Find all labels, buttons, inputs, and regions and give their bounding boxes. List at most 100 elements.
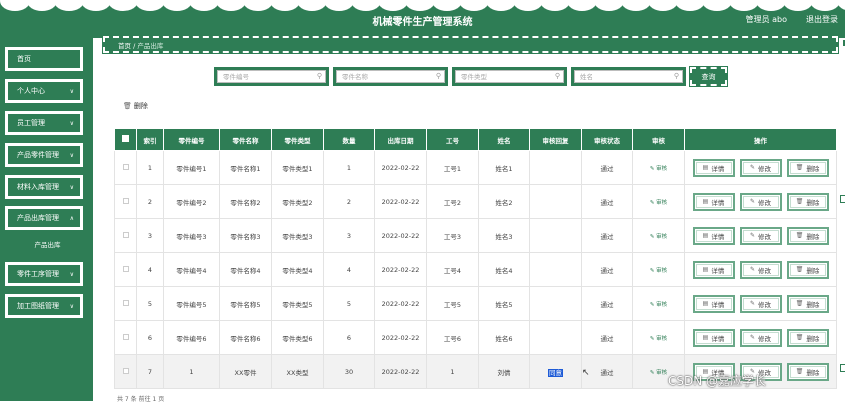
part-name-search-field[interactable]: ⚲: [333, 67, 448, 86]
cell-reply: [529, 286, 582, 321]
delete-label: 删除: [806, 334, 820, 343]
table-row[interactable]: 2 零件编号2 零件名称2 零件类型2 2 2022-02-22 工号2 姓名2 通过 ✎ 审核 …: [114, 184, 837, 219]
audit-link[interactable]: ✎ 审核: [650, 370, 667, 376]
logout-link[interactable]: 退出登录: [806, 14, 838, 25]
outbound-table: 索引 零件编号 零件名称 零件类型 数量 出库日期 工号 姓名 审核回复 审核状…: [114, 128, 837, 389]
sidebar-item-employee[interactable]: 员工管理 ∨: [5, 111, 83, 135]
app-title: 机械零件生产管理系统: [372, 17, 473, 28]
cell-part_name: 零件名称6: [219, 320, 272, 355]
edit-button[interactable]: ✎ 修改: [739, 328, 782, 347]
row-select-cell[interactable]: [114, 218, 137, 253]
row-checkbox[interactable]: [122, 265, 129, 272]
audit-link[interactable]: ✎ 审核: [650, 234, 667, 240]
detail-button[interactable]: ▤ 详情: [692, 158, 735, 177]
edit-button[interactable]: ✎ 修改: [739, 158, 782, 177]
row-checkbox[interactable]: [122, 197, 129, 204]
delete-button[interactable]: 🗑 删除: [786, 260, 829, 279]
detail-button[interactable]: ▤ 详情: [692, 192, 735, 211]
sidebar-subitem-product-outbound[interactable]: 产品出库: [12, 234, 83, 254]
detail-button[interactable]: ▤ 详情: [692, 294, 735, 313]
row-select-cell[interactable]: [114, 252, 137, 287]
delete-button[interactable]: 🗑 删除: [786, 158, 829, 177]
batch-delete-button[interactable]: 🗑 删除: [123, 101, 148, 111]
cell-audit[interactable]: ✎ 审核: [632, 150, 685, 185]
cell-status: 通过: [581, 252, 633, 287]
table-row[interactable]: 1 零件编号1 零件名称1 零件类型1 1 2022-02-22 工号1 姓名1 通过 ✎ 审核 …: [114, 150, 837, 185]
sidebar-item-label: 产品出库管理: [17, 214, 59, 222]
audit-link[interactable]: ✎ 审核: [650, 268, 667, 274]
row-checkbox[interactable]: [122, 367, 129, 374]
edit-button[interactable]: ✎ 修改: [739, 294, 782, 313]
select-all-checkbox[interactable]: [122, 135, 129, 142]
table-row[interactable]: 5 零件编号5 零件名称5 零件类型5 5 2022-02-22 工号5 姓名5 通过 ✎ 审核 …: [114, 286, 837, 321]
audit-link[interactable]: ✎ 审核: [650, 166, 667, 172]
table-row[interactable]: 6 零件编号6 零件名称6 零件类型6 6 2022-02-22 工号6 姓名6 通过 ✎ 审核 …: [114, 320, 837, 355]
pagination-page-input[interactable]: 1: [153, 396, 157, 403]
part-type-input[interactable]: [461, 71, 551, 82]
sidebar-item-personal-center[interactable]: 个人中心 ∨: [5, 79, 83, 103]
edit-button[interactable]: ✎ 修改: [739, 260, 782, 279]
cell-audit[interactable]: ✎ 审核: [632, 286, 685, 321]
sidebar-item-material-inbound[interactable]: 材料入库管理 ∨: [5, 175, 83, 199]
edit-button[interactable]: ✎ 修改: [739, 192, 782, 211]
cell-index: 2: [136, 184, 164, 219]
audit-link[interactable]: ✎ 审核: [650, 302, 667, 308]
delete-button[interactable]: 🗑 删除: [786, 226, 829, 245]
query-button[interactable]: 查询: [689, 66, 728, 87]
delete-button[interactable]: 🗑 删除: [786, 328, 829, 347]
row-select-cell[interactable]: [114, 354, 137, 389]
row-checkbox[interactable]: [122, 299, 129, 306]
cell-audit[interactable]: ✎ 审核: [632, 184, 685, 219]
row-select-cell[interactable]: [114, 184, 137, 219]
part-no-search-field[interactable]: ⚲: [214, 67, 329, 86]
audit-link[interactable]: ✎ 审核: [650, 336, 667, 342]
sidebar-item-part-process[interactable]: 零件工序管理 ∨: [5, 262, 83, 286]
part-no-input[interactable]: [223, 71, 313, 82]
breadcrumb-home[interactable]: 首页: [118, 42, 131, 50]
part-type-search-field[interactable]: ⚲: [452, 67, 567, 86]
cell-ops: ▤ 详情 ✎ 修改 🗑 删除: [684, 320, 837, 355]
detail-button[interactable]: ▤ 详情: [692, 328, 735, 347]
row-checkbox[interactable]: [122, 333, 129, 340]
chevron-down-icon: ∨: [69, 303, 74, 310]
row-select-cell[interactable]: [114, 286, 137, 321]
delete-button[interactable]: 🗑 删除: [786, 294, 829, 313]
select-all-header[interactable]: [114, 128, 137, 151]
trash-icon: 🗑: [795, 334, 804, 341]
pagination-page-suffix: 页: [158, 396, 165, 403]
column-header: 工号: [426, 128, 479, 151]
scallop-shape: [81, 0, 111, 11]
name-input[interactable]: [580, 71, 670, 82]
scallop-shape: [54, 0, 84, 11]
detail-label: 详情: [711, 266, 725, 275]
document-icon: ▤: [702, 198, 709, 205]
cell-audit[interactable]: ✎ 审核: [632, 320, 685, 355]
sidebar-item-drawings[interactable]: 加工图纸管理 ∨: [5, 294, 83, 318]
row-select-cell[interactable]: [114, 320, 137, 355]
sidebar-item-home[interactable]: 首页: [5, 47, 83, 71]
cell-part_type: 零件类型6: [271, 320, 324, 355]
detail-label: 详情: [711, 198, 725, 207]
scallop-shape: [324, 0, 354, 11]
delete-button[interactable]: 🗑 删除: [786, 362, 829, 381]
table-header-row: 索引 零件编号 零件名称 零件类型 数量 出库日期 工号 姓名 审核回复 审核状…: [114, 128, 837, 151]
delete-button[interactable]: 🗑 删除: [786, 192, 829, 211]
table-row[interactable]: 4 零件编号4 零件名称4 零件类型4 4 2022-02-22 工号4 姓名4 通过 ✎ 审核 …: [114, 252, 837, 287]
name-search-field[interactable]: ⚲: [571, 67, 686, 86]
detail-button[interactable]: ▤ 详情: [692, 260, 735, 279]
table-row[interactable]: 3 零件编号3 零件名称3 零件类型3 3 2022-02-22 工号3 姓名3 通过 ✎ 审核 …: [114, 218, 837, 253]
row-checkbox[interactable]: [122, 231, 129, 238]
audit-label: 审核: [656, 199, 668, 206]
detail-button[interactable]: ▤ 详情: [692, 226, 735, 245]
audit-link[interactable]: ✎ 审核: [650, 200, 667, 206]
row-checkbox[interactable]: [122, 163, 129, 170]
edit-button[interactable]: ✎ 修改: [739, 226, 782, 245]
row-select-cell[interactable]: [114, 150, 137, 185]
cell-part_name: 零件名称1: [219, 150, 272, 185]
cell-audit[interactable]: ✎ 审核: [632, 252, 685, 287]
part-name-input[interactable]: [342, 71, 432, 82]
sidebar-item-product-parts[interactable]: 产品零件管理 ∨: [5, 143, 83, 167]
cell-audit[interactable]: ✎ 审核: [632, 218, 685, 253]
sidebar-item-product-outbound[interactable]: 产品出库管理 ∧: [5, 206, 83, 230]
cell-emp_no: 工号2: [426, 184, 479, 219]
